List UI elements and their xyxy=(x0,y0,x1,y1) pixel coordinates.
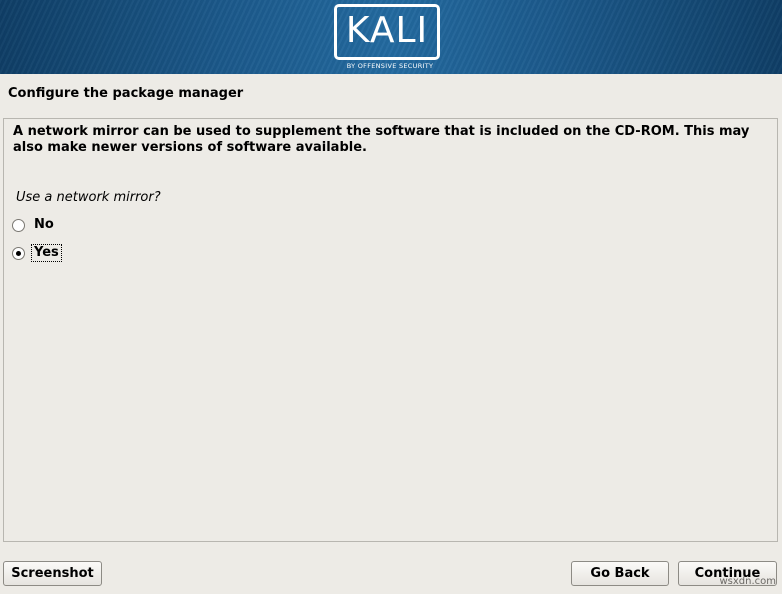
question-label: Use a network mirror? xyxy=(16,190,161,205)
watermark: wsxdn.com xyxy=(719,576,776,587)
radio-button-no[interactable] xyxy=(12,218,25,232)
description-text: A network mirror can be used to suppleme… xyxy=(13,124,750,155)
header-banner: KALI BY OFFENSIVE SECURITY xyxy=(0,0,782,74)
radio-button-yes[interactable] xyxy=(12,246,25,260)
content-panel: A network mirror can be used to suppleme… xyxy=(3,118,778,542)
radio-selected-dot xyxy=(16,250,21,256)
logo-text: KALI xyxy=(345,10,429,51)
page-title: Configure the package manager xyxy=(8,86,244,101)
radio-option-yes[interactable]: Yes xyxy=(12,243,62,263)
kali-logo: KALI xyxy=(334,4,440,60)
screenshot-button[interactable]: Screenshot xyxy=(3,561,102,586)
radio-label-no[interactable]: No xyxy=(32,217,56,233)
logo-subtitle: BY OFFENSIVE SECURITY xyxy=(346,62,434,70)
go-back-button[interactable]: Go Back xyxy=(571,561,669,586)
radio-option-no[interactable]: No xyxy=(12,215,56,235)
radio-label-yes[interactable]: Yes xyxy=(31,244,62,262)
